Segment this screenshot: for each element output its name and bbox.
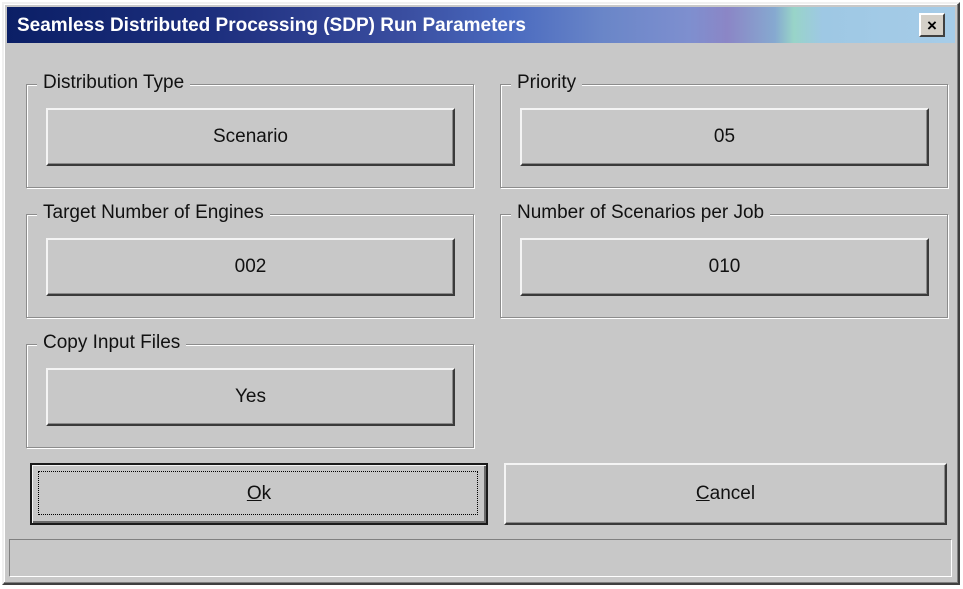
scenarios-per-job-value: 010 xyxy=(708,256,741,277)
distribution-type-group: Distribution Type Scenario xyxy=(26,72,474,188)
close-icon: × xyxy=(927,15,937,35)
scenarios-per-job-label: Number of Scenarios per Job xyxy=(511,202,771,224)
ok-button[interactable]: Ok xyxy=(30,463,488,525)
distribution-type-value: Scenario xyxy=(213,126,288,147)
scenarios-per-job-group: Number of Scenarios per Job 010 xyxy=(500,202,948,318)
priority-label: Priority xyxy=(511,72,583,94)
target-engines-label: Target Number of Engines xyxy=(37,202,270,224)
copy-input-files-value: Yes xyxy=(235,386,266,407)
copy-input-files-button[interactable]: Yes xyxy=(46,368,455,426)
target-engines-group: Target Number of Engines 002 xyxy=(26,202,474,318)
window-title: Seamless Distributed Processing (SDP) Ru… xyxy=(17,15,526,36)
status-bar xyxy=(9,539,952,577)
priority-group: Priority 05 xyxy=(500,72,948,188)
close-button[interactable]: × xyxy=(919,13,945,37)
priority-value: 05 xyxy=(713,126,736,147)
copy-input-files-group: Copy Input Files Yes xyxy=(26,332,474,448)
scenarios-per-job-button[interactable]: 010 xyxy=(520,238,929,296)
distribution-type-button[interactable]: Scenario xyxy=(46,108,455,166)
title-bar: Seamless Distributed Processing (SDP) Ru… xyxy=(7,7,955,43)
sdp-run-parameters-dialog: Seamless Distributed Processing (SDP) Ru… xyxy=(2,2,960,585)
distribution-type-label: Distribution Type xyxy=(37,72,191,94)
target-engines-value: 002 xyxy=(234,256,267,277)
focus-ring xyxy=(38,471,478,515)
target-engines-button[interactable]: 002 xyxy=(46,238,455,296)
cancel-button[interactable]: Cancel xyxy=(504,463,947,525)
copy-input-files-label: Copy Input Files xyxy=(37,332,187,354)
priority-button[interactable]: 05 xyxy=(520,108,929,166)
cancel-button-label: Cancel xyxy=(695,483,756,504)
